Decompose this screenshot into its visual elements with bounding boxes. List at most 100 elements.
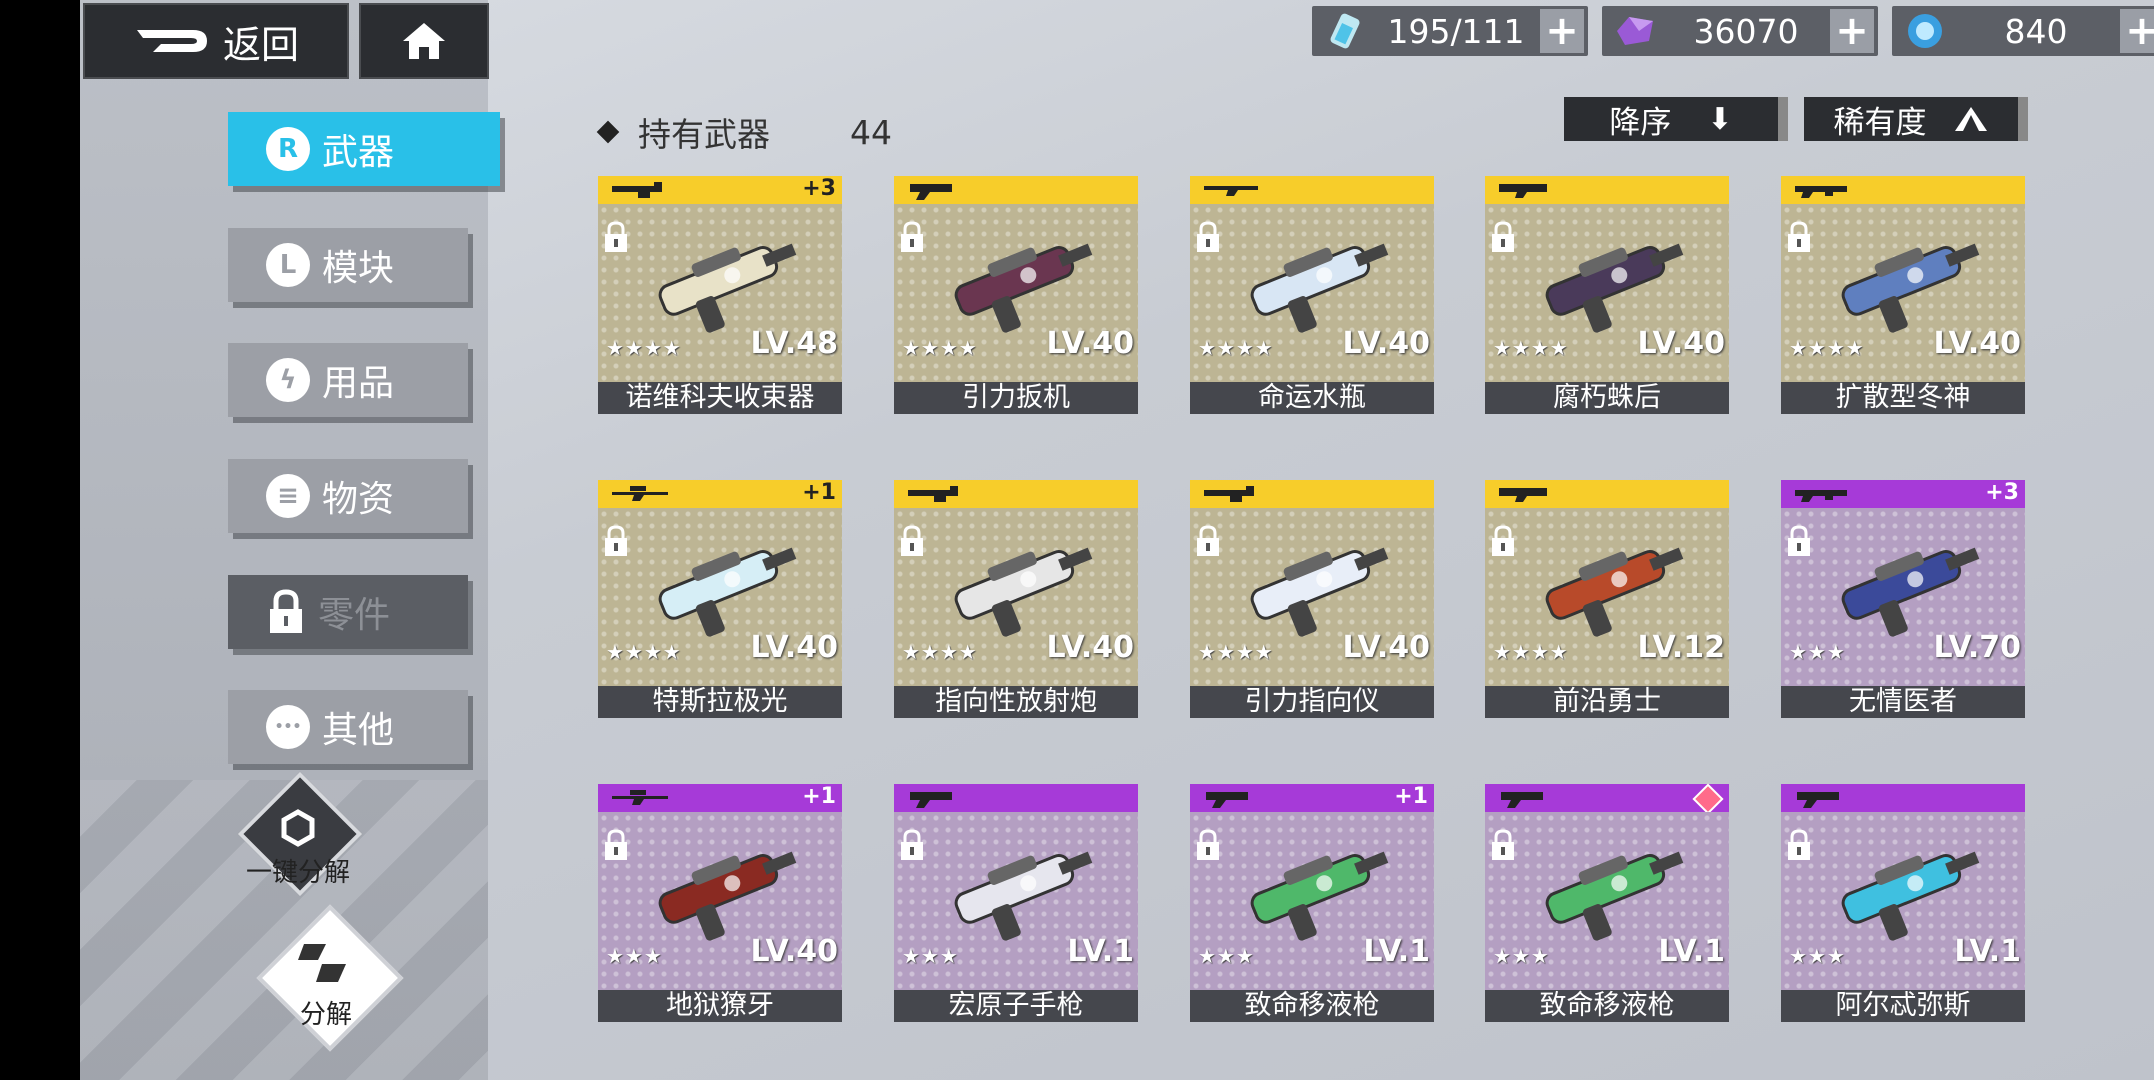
weapon-image	[1841, 243, 1980, 333]
lock-icon[interactable]	[898, 828, 926, 862]
lock-icon[interactable]	[898, 524, 926, 558]
weapon-card[interactable]: +3 ★★★★ LV.48 诺维科夫收束器	[598, 176, 842, 414]
weapon-card[interactable]: ★★★ LV.1 阿尔忒弥斯	[1781, 784, 2025, 1022]
weapon-card[interactable]: ★★★★ LV.40 引力指向仪	[1190, 480, 1434, 718]
add-crystal-button[interactable]: +	[1830, 8, 1874, 54]
add-orb-button[interactable]: +	[2120, 8, 2154, 54]
weapon-level: LV.1	[1067, 934, 1134, 969]
weapon-level: LV.1	[1658, 934, 1725, 969]
weapon-card[interactable]: ★★★★ LV.12 前沿勇士	[1485, 480, 1729, 718]
pistol-icon	[1501, 792, 1543, 808]
heavy-gun-icon	[612, 182, 662, 198]
back-label: 返回	[222, 22, 299, 67]
weapon-image	[954, 243, 1093, 333]
weapon-name: 扩散型冬神	[1781, 382, 2025, 414]
weapon-card[interactable]: +3 ★★★ LV.70 无情医者	[1781, 480, 2025, 718]
lock-icon[interactable]	[1194, 828, 1222, 862]
weapon-name: 地狱獠牙	[598, 990, 842, 1022]
lock-icon[interactable]	[602, 828, 630, 862]
weapon-card[interactable]: ★★★★ LV.40 腐朽蛛后	[1485, 176, 1729, 414]
shotgun-icon	[1499, 488, 1547, 502]
star-rating: ★★★	[1493, 944, 1550, 968]
weapon-card[interactable]: ★★★★ LV.40 指向性放射炮	[894, 480, 1138, 718]
weapon-level: LV.40	[1637, 326, 1725, 361]
arrow-down-icon: ⬇	[1707, 101, 1733, 137]
heavy-gun-icon	[908, 486, 958, 502]
sort-order-button[interactable]: 降序 ⬇	[1564, 97, 1788, 141]
weapon-name: 诺维科夫收束器	[598, 382, 842, 414]
refine-count: +1	[802, 480, 836, 505]
owned-weapons-label: 持有武器	[638, 115, 770, 154]
tab-parts[interactable]: 零件	[228, 575, 468, 649]
back-button[interactable]: 返回	[83, 3, 349, 79]
weapon-card[interactable]: ★★★ LV.1 致命移液枪	[1485, 783, 1729, 1022]
tab-weapons[interactable]: R 武器	[228, 112, 500, 186]
weapon-card[interactable]: ★★★★ LV.40 命运水瓶	[1190, 176, 1434, 414]
weapon-name: 腐朽蛛后	[1485, 382, 1729, 414]
lock-icon[interactable]	[1194, 524, 1222, 558]
weapon-card[interactable]: ★★★★ LV.40 引力扳机	[894, 176, 1138, 414]
home-button[interactable]	[359, 3, 489, 79]
lock-icon[interactable]	[1489, 828, 1517, 862]
weapon-level: LV.70	[1933, 630, 2021, 665]
pistol-icon	[910, 792, 952, 808]
weapon-image	[1545, 547, 1684, 637]
weapon-name: 致命移液枪	[1190, 990, 1434, 1022]
tab-label: 武器	[322, 132, 395, 173]
lock-icon[interactable]	[602, 524, 630, 558]
weapon-name: 宏原子手枪	[894, 990, 1138, 1022]
lock-icon[interactable]	[1785, 828, 1813, 862]
star-rating: ★★★★	[606, 336, 682, 360]
tab-items[interactable]: ϟ 用品	[228, 343, 468, 417]
sniper-icon	[612, 486, 668, 501]
crystal-value: 36070	[1693, 11, 1799, 51]
star-rating: ★★★	[1789, 944, 1846, 968]
add-stamina-button[interactable]: +	[1540, 8, 1584, 54]
star-rating: ★★★	[1198, 944, 1255, 968]
weapon-name: 致命移液枪	[1485, 990, 1729, 1022]
weapon-image	[1545, 243, 1684, 333]
refine-count: +3	[802, 176, 836, 201]
weapon-level: LV.12	[1637, 630, 1725, 665]
star-rating: ★★★★	[1789, 336, 1865, 360]
lock-icon[interactable]	[1194, 220, 1222, 254]
lock-icon[interactable]	[1489, 220, 1517, 254]
weapon-card[interactable]: ★★★ LV.1 宏原子手枪	[894, 784, 1138, 1022]
weapon-image	[1250, 243, 1389, 333]
stamina-resource: 195/111 +	[1312, 6, 1588, 56]
sort-rarity-button[interactable]: 稀有度	[1804, 97, 2028, 141]
weapon-card[interactable]: ★★★★ LV.40 扩散型冬神	[1781, 176, 2025, 414]
game-screen: 返回 195/111 + 36070 + 840 + R 武器 L 模块 ϟ 用…	[80, 0, 2154, 1080]
supply-icon: ≡	[266, 474, 310, 518]
weapon-level: LV.1	[1363, 934, 1430, 969]
orb-value: 840	[2004, 11, 2068, 51]
weapon-name: 无情医者	[1781, 686, 2025, 718]
star-rating: ★★★	[606, 944, 663, 968]
lock-icon[interactable]	[1785, 524, 1813, 558]
back-logo-icon	[136, 30, 207, 52]
weapon-card[interactable]: +1 ★★★★ LV.40 特斯拉极光	[598, 480, 842, 718]
tab-modules[interactable]: L 模块	[228, 228, 468, 302]
weapon-name: 命运水瓶	[1190, 382, 1434, 414]
lock-icon[interactable]	[1489, 524, 1517, 558]
weapon-image	[954, 851, 1093, 941]
weapon-card[interactable]: +1 ★★★ LV.40 地狱獠牙	[598, 784, 842, 1022]
tab-supplies[interactable]: ≡ 物资	[228, 459, 468, 533]
sort-order-label: 降序	[1609, 104, 1672, 141]
lock-icon[interactable]	[602, 220, 630, 254]
tab-label: 物资	[322, 479, 395, 520]
dismantle-label: 分解	[299, 1000, 352, 1030]
lock-icon	[270, 589, 302, 633]
weapon-card[interactable]: +1 ★★★ LV.1 致命移液枪	[1190, 784, 1434, 1022]
energy-vial-icon	[1318, 9, 1372, 53]
weapon-image	[658, 243, 797, 333]
star-rating: ★★★★	[1198, 640, 1274, 664]
tab-other[interactable]: ••• 其他	[228, 690, 468, 764]
tab-label: 其他	[322, 710, 395, 751]
weapon-name: 引力扳机	[894, 382, 1138, 414]
rifle-icon	[1204, 186, 1258, 196]
tab-label: 零件	[318, 595, 391, 636]
refine-count: +3	[1985, 480, 2019, 505]
lock-icon[interactable]	[898, 220, 926, 254]
lock-icon[interactable]	[1785, 220, 1813, 254]
